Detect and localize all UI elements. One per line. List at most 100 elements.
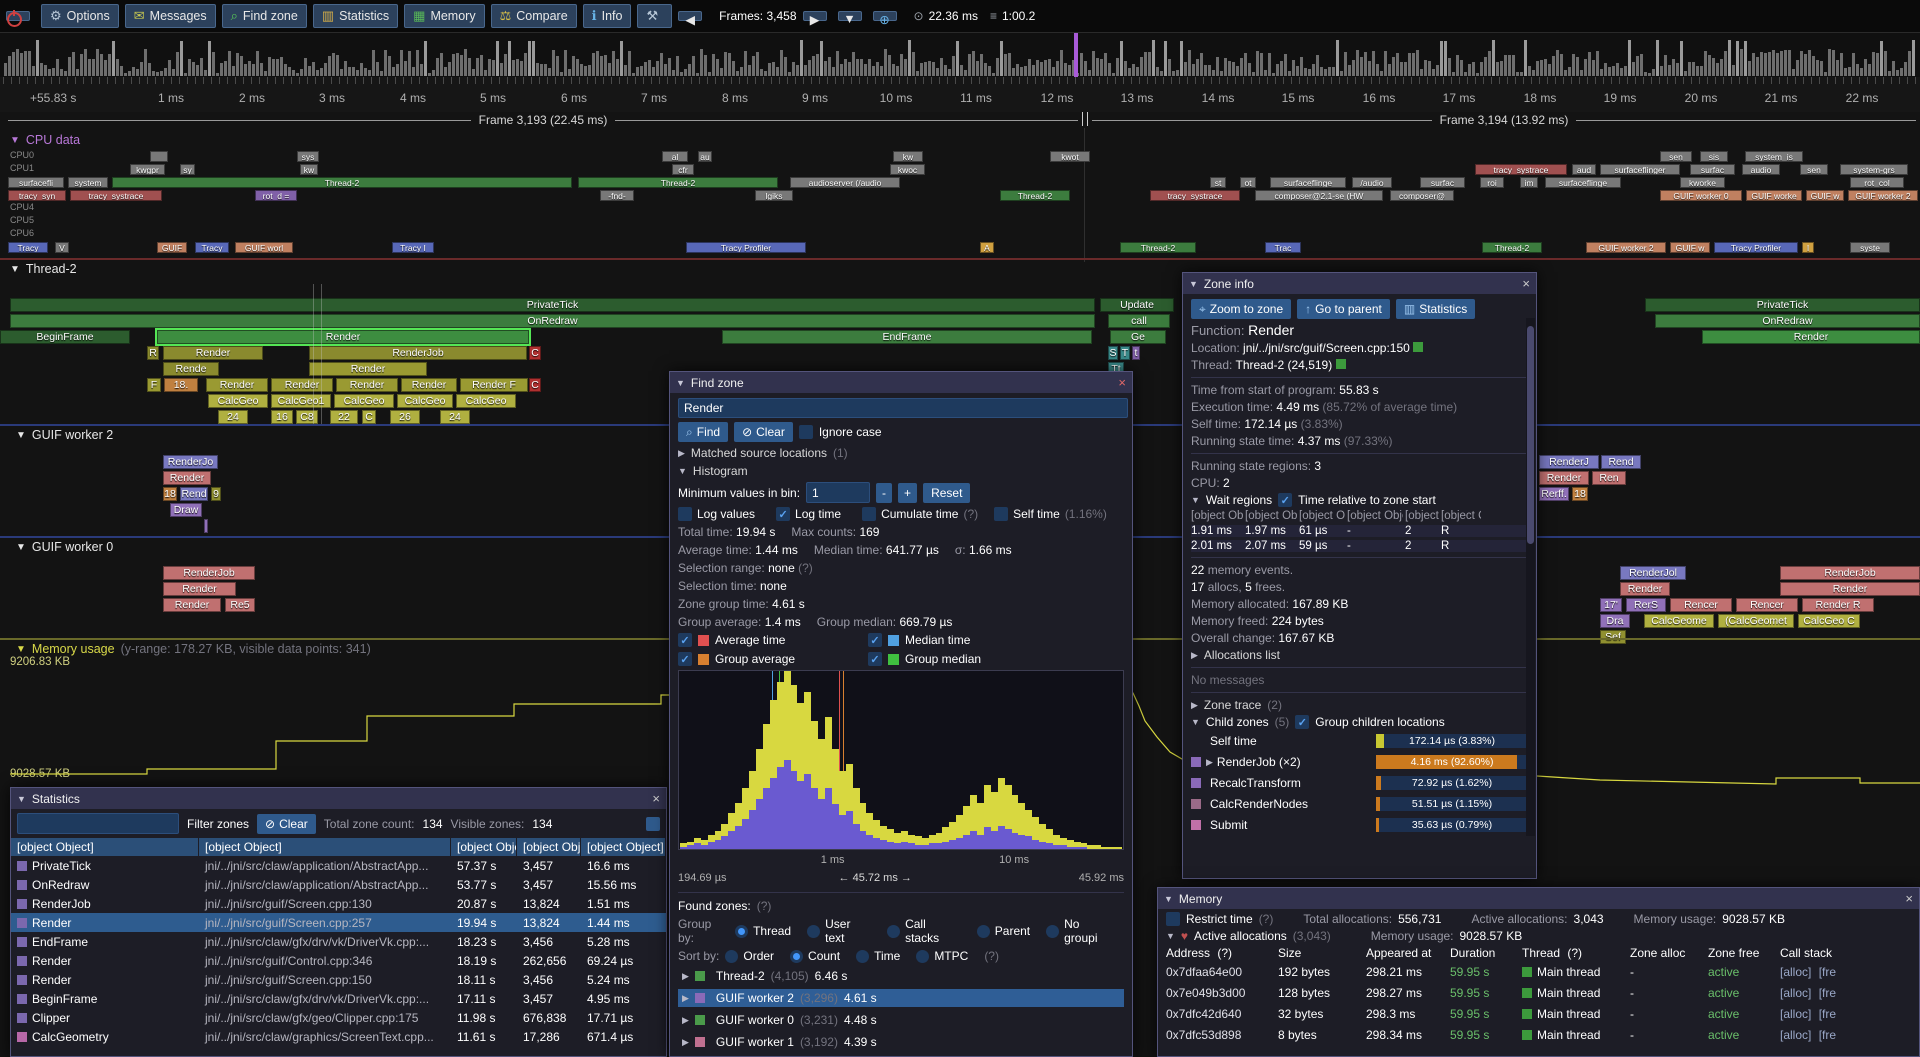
cpu-zone[interactable]: au xyxy=(698,151,712,162)
cpu-zone[interactable]: tracy_systrace xyxy=(1475,164,1567,175)
timeline-zone[interactable]: Render xyxy=(1539,471,1589,485)
timeline-zone[interactable]: Render xyxy=(1702,330,1920,344)
timeline-zone[interactable]: Render xyxy=(157,330,529,344)
timeline-zone[interactable]: OnRedraw xyxy=(10,314,1095,328)
timeline-zone[interactable]: Dra xyxy=(1600,614,1630,628)
cpu-zone[interactable]: GUIF w xyxy=(1806,190,1844,201)
cpu-zone[interactable]: -fnd- xyxy=(600,190,634,201)
group-by-option[interactable]: Parent xyxy=(977,924,1030,938)
cpu-zone[interactable]: Tracy xyxy=(195,242,229,253)
cpu-zone[interactable]: syste xyxy=(1850,242,1890,253)
timeline-zone[interactable]: Render xyxy=(163,582,236,596)
cpu-zone[interactable]: Trac xyxy=(1265,242,1301,253)
expanded-triangle-icon[interactable]: ▼ xyxy=(1191,495,1200,505)
group-by-option[interactable]: User text xyxy=(807,917,871,945)
cpu-zone[interactable]: surfaceflinger xyxy=(1600,164,1680,175)
call-stack-link[interactable]: [alloc] xyxy=(1780,986,1815,1000)
timeline-zone[interactable]: Ge xyxy=(1110,330,1166,344)
cpu-zone[interactable] xyxy=(150,151,168,162)
timeline-zone[interactable]: Render R xyxy=(1802,598,1874,612)
column-header[interactable]: [object Object] xyxy=(11,838,199,856)
cpu-zone[interactable]: sen xyxy=(1800,164,1828,175)
cpu-zone[interactable]: Tracy I xyxy=(392,242,434,253)
timeline-zone[interactable]: Render xyxy=(401,378,457,392)
column-header[interactable]: [object Object] xyxy=(451,838,517,856)
timeline-zone[interactable]: Rencer xyxy=(1670,598,1732,612)
legend-toggle[interactable]: ✓ Group median xyxy=(868,652,1058,666)
allocation-row[interactable]: 0x7dfc42d640 32 bytes 298.3 ms 59.95 s M… xyxy=(1166,1005,1911,1023)
timeline-zone[interactable]: RenderJob xyxy=(1780,566,1920,580)
timeline-zone[interactable]: 24 xyxy=(440,410,470,424)
restrict-time-checkbox[interactable] xyxy=(1166,912,1180,926)
power-button[interactable] xyxy=(6,11,30,21)
cpu-zone[interactable]: A xyxy=(980,242,994,253)
group-by-option[interactable]: Thread xyxy=(735,924,791,938)
cpu-zone[interactable]: kw xyxy=(893,151,923,162)
min-bin-decrease-button[interactable]: - xyxy=(876,483,892,503)
child-zone-row[interactable]: RecalcTransform 72.92 µs (1.62%) xyxy=(1191,774,1528,792)
find-zone-button[interactable]: ⌕ Find zone xyxy=(222,4,307,28)
cpu-zone[interactable]: kworke xyxy=(1680,177,1725,188)
memory-button[interactable]: ▦ Memory xyxy=(404,4,484,28)
legend-toggle[interactable]: ✓ Group average xyxy=(678,652,868,666)
cpu-zone[interactable]: sis xyxy=(1700,151,1728,162)
zone-trace-toggle[interactable]: ▶ Zone trace (2) xyxy=(1191,698,1528,712)
cpu-zone[interactable]: composer@ xyxy=(1390,190,1454,201)
timeline-zone[interactable]: 16 xyxy=(271,410,293,424)
active-allocations-toggle[interactable]: ▼ ♥ Active allocations (3,043) Memory us… xyxy=(1166,929,1911,943)
cpu-zone[interactable]: GUIF worker 2 xyxy=(1848,190,1918,201)
timeline-zone[interactable]: Render xyxy=(309,362,427,376)
stats-table-row[interactable]: EndFrame jni/../jni/src/claw/gfx/drv/vk/… xyxy=(11,932,666,951)
timeline-zone[interactable]: Render xyxy=(1780,582,1920,596)
min-bin-increase-button[interactable]: + xyxy=(898,483,917,503)
cpu-zone[interactable]: GUIF w xyxy=(1670,242,1710,253)
find-button[interactable]: ⌕Find xyxy=(678,422,728,442)
cpu-zone[interactable]: tracy_systrace xyxy=(1150,190,1240,201)
cpu-zone[interactable]: im xyxy=(1520,177,1538,188)
sort-by-option[interactable]: Time xyxy=(856,949,900,963)
timeline-zone[interactable]: T xyxy=(1120,346,1130,360)
timeline-zone[interactable]: RenderJ xyxy=(1539,455,1599,469)
cpu-zone[interactable]: V xyxy=(55,242,69,253)
cpu-zone[interactable]: rot_col xyxy=(1850,177,1904,188)
limit-range-toggle[interactable] xyxy=(646,817,660,831)
cpu-zone[interactable]: aud xyxy=(1572,164,1596,175)
timeline-zone[interactable]: CalcGeo1 xyxy=(271,394,331,408)
timeline-zone[interactable]: Render xyxy=(336,378,398,392)
cpu-zone[interactable]: surfaceflinge xyxy=(1270,177,1346,188)
column-header[interactable]: [object Object] xyxy=(1191,510,1243,522)
column-header[interactable]: [object Object] xyxy=(581,838,666,856)
timeline-zone[interactable]: 9 xyxy=(211,487,221,501)
cpu-zone[interactable]: tracy_syn xyxy=(8,190,66,201)
column-header[interactable]: Size xyxy=(1278,946,1366,960)
histogram-option-checkbox[interactable]: Cumulate time (?) xyxy=(862,507,978,521)
cpu-zone[interactable]: Tracy Profiler xyxy=(686,242,806,253)
column-header[interactable]: [object Object] xyxy=(1245,510,1297,522)
compare-button[interactable]: ⚖ Compare xyxy=(491,4,577,28)
frame-dropdown-button[interactable]: ▼ xyxy=(838,11,862,21)
timeline-zone[interactable]: Ren xyxy=(1592,471,1626,485)
call-stack-link[interactable]: [alloc] xyxy=(1780,1007,1815,1021)
cpu-zone[interactable]: Thread-2 xyxy=(112,177,572,188)
cpu-zone[interactable]: kwgpr xyxy=(130,164,165,175)
timeline-zone[interactable]: C xyxy=(529,346,541,360)
memory-usage-section-header[interactable]: ▼ Memory usage (y-range: 178.27 KB, visi… xyxy=(16,642,371,656)
timeline-zone[interactable]: EndFrame xyxy=(722,330,1092,344)
wait-region-row[interactable]: 1.91 ms1.97 ms61 µs -2R xyxy=(1191,525,1528,537)
column-header[interactable]: [object Object] xyxy=(1299,510,1345,522)
cpu-zone[interactable]: composer@2.1-se (HW xyxy=(1255,190,1383,201)
histogram-plot[interactable] xyxy=(678,670,1124,850)
options-button[interactable]: ⚙ Options xyxy=(41,4,119,28)
timeline-zone[interactable]: S xyxy=(1108,346,1118,360)
column-header[interactable]: Appeared at xyxy=(1366,946,1450,960)
cpu-zone[interactable]: al xyxy=(662,151,688,162)
cpu-zone[interactable]: Thread-2 xyxy=(1000,190,1070,201)
scrollbar[interactable] xyxy=(1526,318,1535,836)
matched-locations-toggle[interactable]: ▶ Matched source locations (1) xyxy=(678,446,1124,460)
cpu-zone[interactable]: audio xyxy=(1742,164,1780,175)
ignore-case-checkbox[interactable] xyxy=(799,425,813,439)
timeline-zone[interactable]: 18 xyxy=(163,487,177,501)
stats-table-row[interactable]: RenderJob jni/../jni/src/guif/Screen.cpp… xyxy=(11,894,666,913)
call-stack-link[interactable]: [fre xyxy=(1819,1028,1840,1042)
histogram-option-checkbox[interactable]: Log values xyxy=(678,507,760,521)
